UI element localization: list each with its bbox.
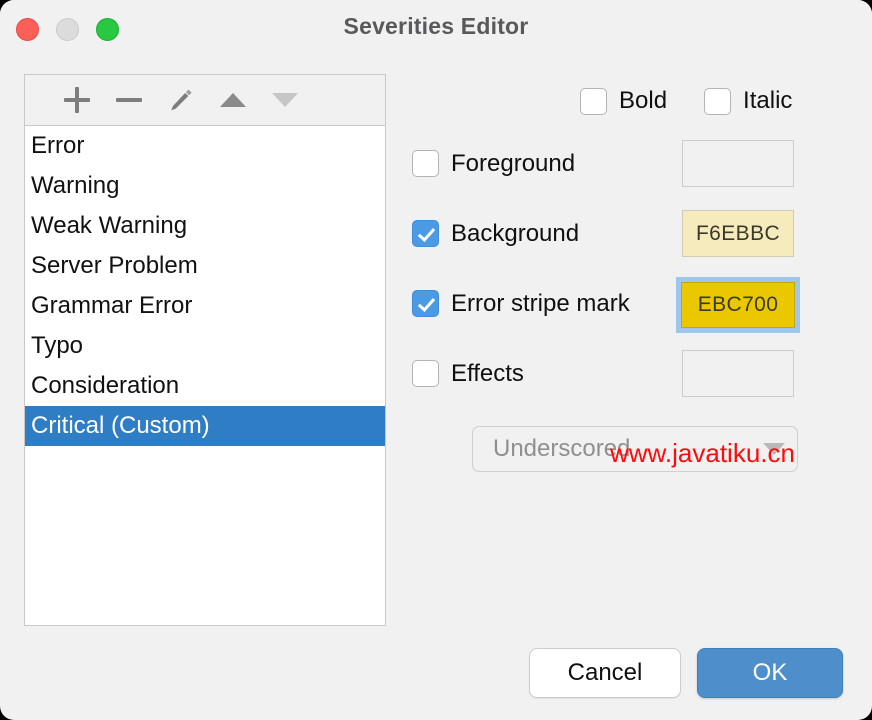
cancel-button[interactable]: Cancel — [529, 648, 681, 698]
list-item[interactable]: Warning — [25, 166, 385, 206]
bold-checkbox[interactable] — [580, 87, 607, 115]
title-bar: Severities Editor — [0, 0, 872, 58]
remove-severity-button[interactable] — [103, 75, 155, 125]
add-severity-button[interactable] — [51, 75, 103, 125]
list-item[interactable]: Server Problem — [25, 246, 385, 286]
triangle-up-icon — [220, 93, 246, 107]
error-stripe-mark-label: Error stripe mark — [451, 289, 630, 317]
effects-type-value: Underscored — [493, 435, 631, 462]
list-toolbar — [25, 75, 385, 126]
effects-color-swatch[interactable] — [682, 350, 794, 397]
error-stripe-mark-row[interactable]: Error stripe mark — [412, 290, 630, 317]
list-item[interactable]: Error — [25, 126, 385, 166]
foreground-color-swatch[interactable] — [682, 140, 794, 187]
error-stripe-mark-checkbox[interactable] — [412, 290, 439, 317]
severities-editor-window: Severities Editor Error Warning Weak War… — [0, 0, 872, 720]
bold-checkbox-row[interactable]: Bold — [580, 87, 667, 115]
ok-button[interactable]: OK — [697, 648, 843, 698]
list-item[interactable]: Grammar Error — [25, 286, 385, 326]
list-item[interactable]: Consideration — [25, 366, 385, 406]
list-item[interactable]: Typo — [25, 326, 385, 366]
edit-severity-button[interactable] — [155, 75, 207, 125]
severities-list[interactable]: Error Warning Weak Warning Server Proble… — [25, 126, 385, 625]
severity-settings-panel: Bold Italic Foreground Background F6EBBC… — [400, 74, 856, 634]
background-checkbox[interactable] — [412, 220, 439, 247]
severities-list-panel: Error Warning Weak Warning Server Proble… — [24, 74, 386, 626]
effects-checkbox[interactable] — [412, 360, 439, 387]
move-down-button[interactable] — [259, 75, 311, 125]
effects-label: Effects — [451, 359, 524, 387]
chevron-down-icon — [763, 443, 785, 455]
dialog-footer: Cancel OK — [0, 648, 872, 702]
effects-type-select[interactable]: Underscored — [472, 426, 798, 472]
triangle-down-icon — [272, 93, 298, 107]
effects-row[interactable]: Effects — [412, 360, 524, 387]
page-title: Severities Editor — [343, 13, 529, 39]
list-item-selected[interactable]: Critical (Custom) — [25, 406, 385, 446]
error-stripe-mark-color-swatch[interactable]: EBC700 — [676, 277, 800, 333]
foreground-row[interactable]: Foreground — [412, 150, 575, 177]
background-color-swatch[interactable]: F6EBBC — [682, 210, 794, 257]
background-row[interactable]: Background — [412, 220, 579, 247]
error-stripe-mark-color-value: EBC700 — [681, 282, 795, 328]
italic-label: Italic — [743, 87, 793, 114]
italic-checkbox[interactable] — [704, 87, 732, 115]
font-style-row: Bold Italic — [580, 87, 792, 115]
foreground-label: Foreground — [451, 149, 576, 177]
pencil-icon — [171, 89, 192, 111]
foreground-checkbox[interactable] — [412, 150, 439, 177]
bold-label: Bold — [619, 87, 668, 114]
italic-checkbox-row[interactable]: Italic — [704, 87, 792, 115]
list-item[interactable]: Weak Warning — [25, 206, 385, 246]
minus-icon — [116, 87, 142, 113]
plus-icon — [64, 87, 90, 113]
background-label: Background — [451, 219, 580, 247]
move-up-button[interactable] — [207, 75, 259, 125]
